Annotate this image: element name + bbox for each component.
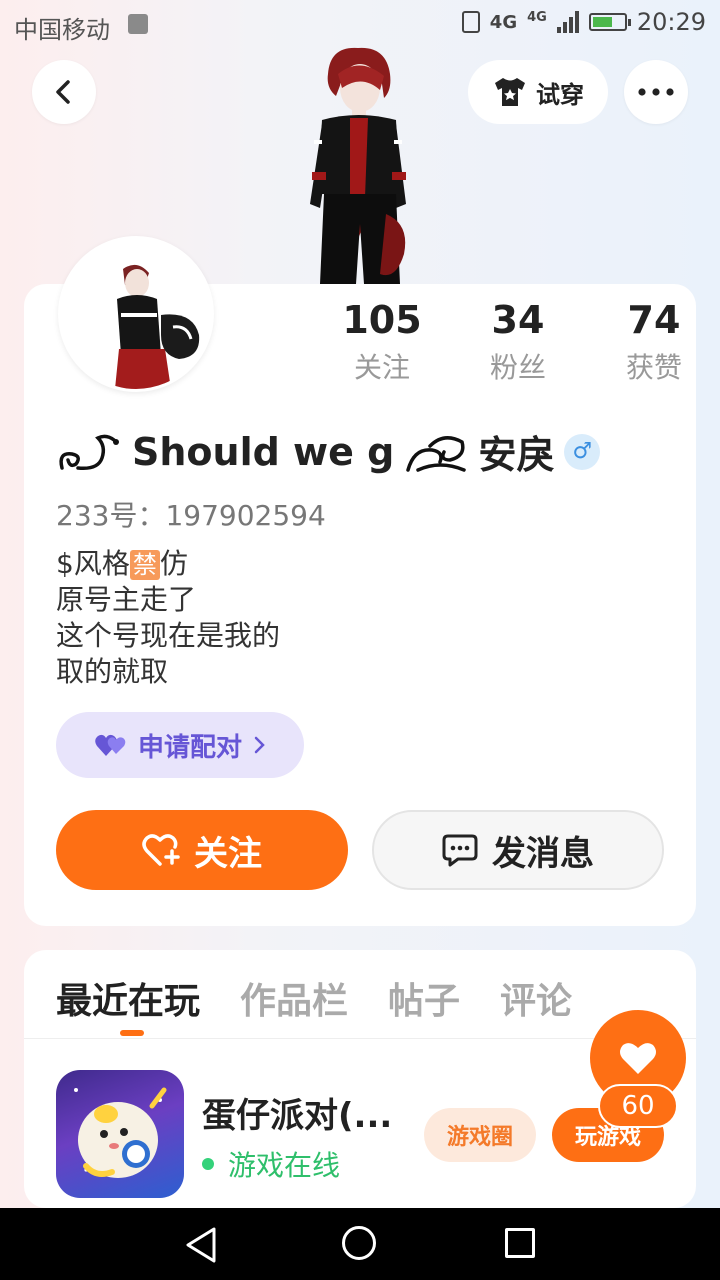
bio-line-1: $风格禁仿 <box>56 546 280 582</box>
tab-works[interactable]: 作品栏 <box>240 972 348 1024</box>
game-status-text: 游戏在线 <box>228 1149 341 1182</box>
game-title: 蛋仔派对(... <box>202 1096 393 1136</box>
banned-word-badge: 禁 <box>129 550 160 580</box>
follow-label: 关注 <box>194 833 262 874</box>
stat-label: 关注 <box>353 351 410 384</box>
profile-name-suffix: 安戾 <box>478 433 555 477</box>
profile-name-text: Should we g <box>132 429 395 474</box>
request-pair-button[interactable]: 申请配对 <box>56 712 304 778</box>
game-icon[interactable] <box>56 1070 184 1198</box>
try-on-button[interactable]: 试穿 <box>468 60 608 124</box>
stat-followers[interactable]: 34 粉丝 <box>450 296 586 386</box>
avatar[interactable] <box>58 236 214 392</box>
clock: 20:29 <box>636 8 706 36</box>
sim-icon <box>128 14 148 34</box>
chat-bubble-icon <box>442 834 478 867</box>
stat-value: 74 <box>627 298 681 342</box>
battery-icon <box>588 13 631 31</box>
vibrate-icon <box>461 11 480 33</box>
game-list-item[interactable]: 蛋仔派对(... 游戏在线 游戏圈 玩游戏 <box>56 1070 676 1200</box>
heart-icon <box>620 1043 656 1074</box>
game-status: 游戏在线 <box>202 1144 340 1184</box>
tab-comments[interactable]: 评论 <box>500 972 572 1024</box>
network-type-2: 4G <box>527 9 547 25</box>
stat-label: 获赞 <box>625 351 682 384</box>
eggy-party-icon <box>74 1087 167 1178</box>
chevron-right-icon <box>254 736 265 754</box>
more-button[interactable] <box>624 60 688 124</box>
network-type-1: 4G <box>489 11 518 33</box>
carrier-name: 中国移动 <box>14 16 110 44</box>
more-dots-icon <box>638 88 674 96</box>
heart-plus-icon <box>142 834 180 866</box>
tab-recently-played[interactable]: 最近在玩 <box>56 972 200 1036</box>
stat-label: 粉丝 <box>489 351 546 384</box>
bio-line-1-prefix: $风格 <box>56 547 130 580</box>
like-count-badge: 60 <box>598 1084 678 1128</box>
nav-home-icon[interactable] <box>342 1226 376 1260</box>
bio-line-2: 原号主走了 <box>56 583 197 616</box>
avatar-image <box>61 239 211 389</box>
game-circle-button[interactable]: 游戏圈 <box>424 1108 536 1162</box>
status-bar: 中国移动 4G 4G 20:29 <box>0 0 720 48</box>
user-id[interactable]: 233号：197902594 <box>56 494 326 534</box>
signal-icon <box>556 11 579 33</box>
bio-line-1-suffix: 仿 <box>159 547 188 580</box>
ribbon-decoration-icon <box>406 435 467 472</box>
profile-stats: 105 关注 34 粉丝 74 获赞 <box>314 296 720 386</box>
tshirt-icon <box>495 78 525 106</box>
character-avatar <box>310 47 406 284</box>
profile-tabs: 最近在玩 作品栏 帖子 评论 <box>56 972 572 1036</box>
stat-following[interactable]: 105 关注 <box>314 296 450 386</box>
bio-line-3: 这个号现在是我的 <box>56 619 281 652</box>
request-pair-label: 申请配对 <box>137 732 242 763</box>
profile-name: Should we g 安戾 ♂ <box>56 424 601 479</box>
double-heart-icon <box>95 734 126 756</box>
bio-line-4: 取的就取 <box>56 655 169 688</box>
back-button[interactable] <box>32 60 96 124</box>
stat-value: 34 <box>491 298 545 342</box>
stat-value: 105 <box>342 298 422 342</box>
send-message-label: 发消息 <box>492 833 594 874</box>
system-navigation-bar <box>0 1208 720 1280</box>
tab-posts[interactable]: 帖子 <box>388 972 460 1024</box>
status-icons: 4G 4G 20:29 <box>461 8 706 36</box>
try-on-label: 试穿 <box>536 80 584 109</box>
nav-back-icon[interactable] <box>184 1226 218 1264</box>
gender-male-icon: ♂ <box>564 433 601 470</box>
send-message-button[interactable]: 发消息 <box>372 810 664 890</box>
nav-recents-icon[interactable] <box>505 1228 535 1258</box>
follow-button[interactable]: 关注 <box>56 810 348 890</box>
chevron-left-icon <box>56 80 70 104</box>
online-dot-icon <box>202 1158 214 1170</box>
swirl-decoration-icon <box>59 434 119 470</box>
stat-likes[interactable]: 74 获赞 <box>586 296 720 386</box>
profile-bio: $风格禁仿 原号主走了 这个号现在是我的 取的就取 <box>56 546 280 690</box>
